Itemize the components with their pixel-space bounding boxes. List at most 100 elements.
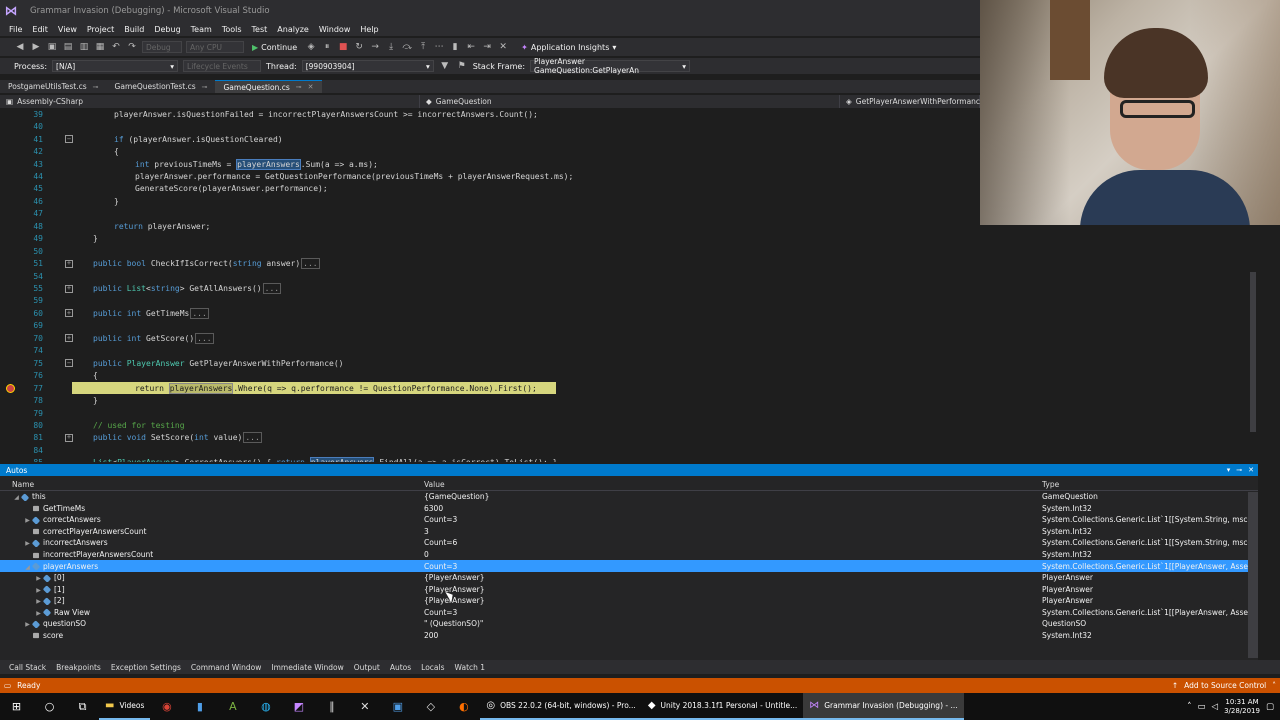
- code-line[interactable]: 77 return playerAnswers.Where(q => q.perf…: [33, 381, 556, 395]
- close-icon[interactable]: ✕: [308, 83, 314, 91]
- code-line[interactable]: 80 // used for testing: [0, 419, 1248, 431]
- code-line[interactable]: 55 + public List<string> GetAllAnswers()..…: [0, 282, 1248, 295]
- tab-exception-settings[interactable]: Exception Settings: [106, 663, 186, 672]
- task-view-icon[interactable]: ⧉: [66, 693, 99, 720]
- autos-row[interactable]: ▶ correctAnswers Count=3 System.Collections…: [0, 514, 1258, 526]
- tab-game-question[interactable]: GameQuestion.cs ⊸ ✕: [215, 80, 322, 93]
- autos-row[interactable]: ▶ [2] {PlayerAnswer} PlayerAnswer: [0, 595, 1258, 607]
- step-out-icon[interactable]: ⤒: [417, 41, 429, 53]
- app-unity-small-icon[interactable]: ◇: [414, 693, 447, 720]
- code-line[interactable]: 85 List<PlayerAnswer> CorrectAnswers() { …: [0, 457, 1248, 462]
- menu-tools[interactable]: Tools: [217, 25, 247, 34]
- menu-build[interactable]: Build: [119, 25, 149, 34]
- menu-help[interactable]: Help: [355, 25, 383, 34]
- code-line[interactable]: 51 + public bool CheckIfIsCorrect(string a…: [0, 257, 1248, 270]
- tab-breakpoints[interactable]: Breakpoints: [51, 663, 106, 672]
- expand-icon[interactable]: +: [65, 433, 73, 442]
- back-icon[interactable]: ◀: [14, 41, 26, 53]
- tab-immediate-window[interactable]: Immediate Window: [266, 663, 348, 672]
- menu-view[interactable]: View: [53, 25, 82, 34]
- close-icon[interactable]: ✕: [1248, 466, 1254, 474]
- app-books-icon[interactable]: ∥: [315, 693, 348, 720]
- class-dropdown[interactable]: ◆ GameQuestion: [420, 95, 840, 108]
- collapsed-region-marker[interactable]: ...: [190, 307, 209, 319]
- network-icon[interactable]: ▭: [1197, 702, 1205, 712]
- expand-icon[interactable]: +: [65, 259, 73, 268]
- menu-team[interactable]: Team: [186, 25, 217, 34]
- code-line[interactable]: 75 − public PlayerAnswer GetPlayerAnswerWi…: [0, 357, 1248, 369]
- restart-icon[interactable]: ↻: [353, 41, 365, 53]
- expand-icon[interactable]: +: [65, 334, 73, 343]
- menu-window[interactable]: Window: [314, 25, 356, 34]
- editor-scrollbar[interactable]: [1248, 230, 1280, 462]
- tab-game-question-test[interactable]: GameQuestionTest.cs ⊸: [107, 80, 216, 93]
- code-line[interactable]: 49}: [0, 233, 1248, 245]
- code-line[interactable]: 78}: [0, 394, 1248, 406]
- autos-row[interactable]: score 200 System.Int32: [0, 630, 1258, 642]
- code-line[interactable]: 69: [0, 320, 1248, 332]
- bookmark-next-icon[interactable]: ⇥: [481, 41, 493, 53]
- app-x-icon[interactable]: ✕: [348, 693, 381, 720]
- code-line[interactable]: 79: [0, 407, 1248, 419]
- autos-row[interactable]: ▶ questionSO " (QuestionSO)" QuestionSO: [0, 618, 1258, 630]
- chrome-icon[interactable]: ◉: [150, 693, 183, 720]
- taskbar-app-unity[interactable]: ◆ Unity 2018.3.1f1 Personal - Untitle...: [641, 693, 804, 720]
- pin-icon[interactable]: ⊸: [93, 83, 99, 91]
- hex-icon[interactable]: ⋯: [433, 41, 445, 53]
- collapsed-triangle-icon[interactable]: ▶: [34, 598, 43, 605]
- add-to-source-control-button[interactable]: ↑ Add to Source Control ˄: [1172, 681, 1276, 690]
- app-window-icon[interactable]: ▣: [381, 693, 414, 720]
- autos-row[interactable]: GetTimeMs 6300 System.Int32: [0, 503, 1258, 515]
- save-all-icon[interactable]: ▦: [94, 41, 106, 53]
- bookmark-icon[interactable]: ▮: [449, 41, 461, 53]
- column-header-value[interactable]: Value: [424, 480, 1042, 489]
- code-line[interactable]: 70 + public int GetScore()...: [0, 332, 1248, 344]
- tab-output[interactable]: Output: [349, 663, 385, 672]
- expand-icon[interactable]: +: [65, 309, 73, 318]
- autos-scrollbar[interactable]: [1248, 492, 1258, 658]
- taskbar-app-obs[interactable]: ◎ OBS 22.0.2 (64-bit, windows) - Pro...: [480, 693, 642, 720]
- autos-row[interactable]: ◢ this {GameQuestion} GameQuestion: [0, 491, 1258, 503]
- taskbar-app-visual-studio[interactable]: ⋈ Grammar Invasion (Debugging) - ...: [803, 693, 964, 720]
- step-over-icon[interactable]: ⤼: [401, 41, 413, 53]
- attach-icon[interactable]: ◈: [305, 41, 317, 53]
- expand-icon[interactable]: +: [65, 284, 73, 293]
- project-dropdown[interactable]: ▣ Assembly-CSharp: [0, 95, 420, 108]
- tab-watch-1[interactable]: Watch 1: [450, 663, 491, 672]
- collapse-icon[interactable]: −: [65, 135, 73, 144]
- bookmark-clear-icon[interactable]: ✕: [497, 41, 509, 53]
- show-next-statement-icon[interactable]: →: [369, 41, 381, 53]
- autos-row[interactable]: ▶ Raw View Count=3 System.Collections.Gener…: [0, 606, 1258, 618]
- code-line[interactable]: 76 {: [0, 369, 1248, 381]
- menu-analyze[interactable]: Analyze: [272, 25, 314, 34]
- windows-start-icon[interactable]: ⊞: [0, 693, 33, 720]
- app-b-icon[interactable]: ◩: [282, 693, 315, 720]
- taskbar-app-videos[interactable]: ▬ Videos: [99, 693, 151, 720]
- collapsed-triangle-icon[interactable]: ▶: [34, 610, 43, 617]
- collapsed-triangle-icon[interactable]: ▶: [34, 575, 43, 582]
- file-explorer-icon[interactable]: ▮: [183, 693, 216, 720]
- solution-config-dropdown[interactable]: Debug: [142, 41, 182, 53]
- open-file-icon[interactable]: ▤: [62, 41, 74, 53]
- code-line[interactable]: 74: [0, 345, 1248, 357]
- app-a-icon[interactable]: A: [216, 693, 249, 720]
- forward-icon[interactable]: ▶: [30, 41, 42, 53]
- pin-icon[interactable]: ⊸: [1236, 466, 1242, 474]
- tab-autos[interactable]: Autos: [385, 663, 416, 672]
- collapse-icon[interactable]: −: [65, 359, 73, 368]
- menu-project[interactable]: Project: [82, 25, 119, 34]
- application-insights-button[interactable]: ✦ Application Insights ▾: [521, 43, 616, 52]
- expanded-triangle-icon[interactable]: ◢: [23, 564, 32, 571]
- pin-icon[interactable]: ⊸: [202, 83, 208, 91]
- column-header-type[interactable]: Type: [1042, 480, 1248, 489]
- redo-icon[interactable]: ↷: [126, 41, 138, 53]
- autos-row[interactable]: ▶ incorrectAnswers Count=6 System.Collectio…: [0, 537, 1258, 549]
- platform-dropdown[interactable]: Any CPU: [186, 41, 244, 53]
- collapsed-triangle-icon[interactable]: ▶: [23, 540, 32, 547]
- flag-icon[interactable]: ⚑: [456, 60, 468, 72]
- code-line[interactable]: 60 + public int GetTimeMs...: [0, 307, 1248, 319]
- stop-icon[interactable]: ■: [337, 41, 349, 53]
- collapsed-region-marker[interactable]: ...: [195, 332, 214, 344]
- thread-dropdown[interactable]: [990903904] ▾: [301, 60, 434, 72]
- column-header-name[interactable]: Name: [0, 480, 424, 489]
